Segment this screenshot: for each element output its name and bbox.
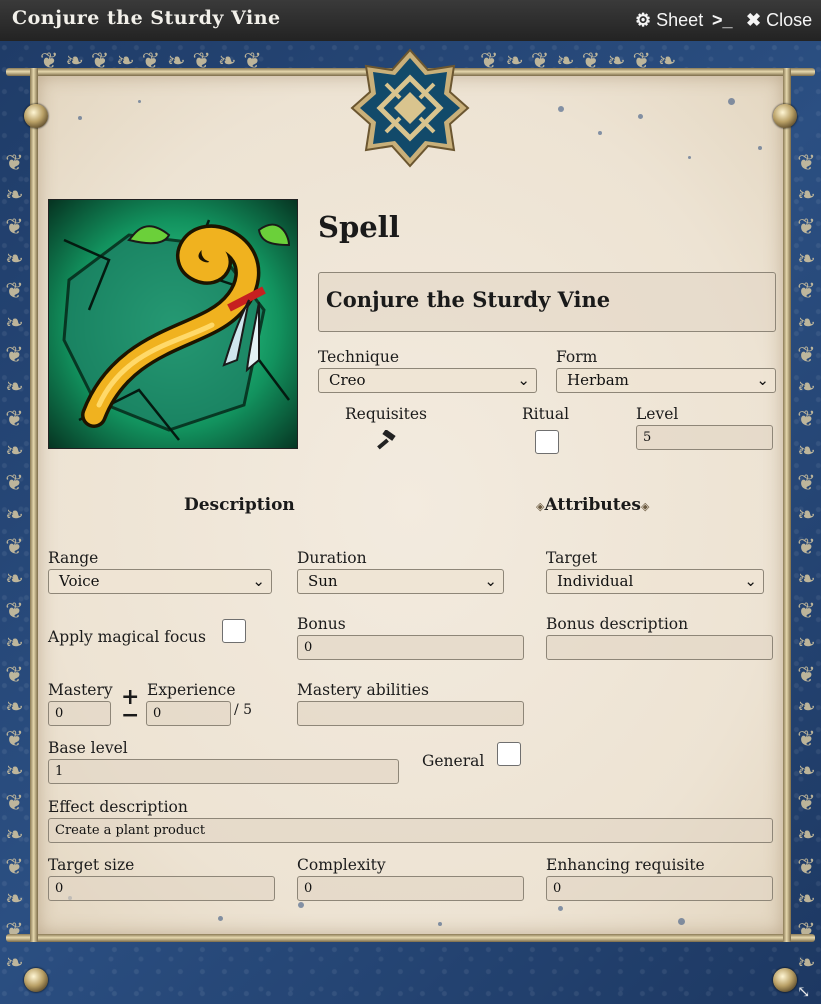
bonus-description-input[interactable] — [546, 635, 773, 660]
technique-select[interactable]: Creo ⌄ — [318, 368, 537, 393]
frame-rail — [783, 68, 791, 942]
target-size-label: Target size — [48, 856, 135, 874]
attributes-heading[interactable]: ◈Attributes◈ — [536, 495, 649, 515]
rivet-ornament — [24, 104, 48, 128]
spell-sheet-window: Conjure the Sturdy Vine ⚙ Sheet >_ ✖ Clo… — [0, 0, 821, 1004]
frame-rail — [6, 934, 815, 942]
decrement-button[interactable]: − — [121, 702, 139, 728]
apply-focus-label: Apply magical focus — [48, 628, 206, 646]
diamond-icon: ◈ — [640, 500, 650, 513]
bonus-input[interactable]: 0 — [297, 635, 524, 660]
sheet-label: Sheet — [656, 10, 704, 30]
bonus-label: Bonus — [297, 615, 346, 633]
range-select[interactable]: Voice ⌄ — [48, 569, 272, 594]
chevron-down-icon: ⌄ — [252, 572, 265, 590]
title-bar[interactable]: Conjure the Sturdy Vine ⚙ Sheet >_ ✖ Clo… — [0, 0, 821, 42]
form-label: Form — [556, 348, 598, 366]
mastery-abilities-input[interactable] — [297, 701, 524, 726]
sheet-button[interactable]: ⚙ Sheet — [635, 10, 703, 31]
mastery-label: Mastery — [48, 681, 113, 699]
range-value: Voice — [59, 572, 100, 590]
window-title: Conjure the Sturdy Vine — [12, 7, 281, 29]
resize-icon[interactable]: ⤡ — [797, 982, 817, 1002]
gear-icon: ⚙ — [635, 10, 652, 30]
rivet-ornament — [773, 104, 797, 128]
spell-portrait-image[interactable] — [48, 199, 298, 449]
close-label: Close — [766, 10, 813, 30]
ritual-checkbox[interactable] — [535, 430, 559, 454]
complexity-label: Complexity — [297, 856, 386, 874]
technique-value: Creo — [329, 371, 366, 389]
page-heading: Spell — [318, 210, 400, 244]
chevron-down-icon: ⌄ — [484, 572, 497, 590]
effect-description-input[interactable]: Create a plant product — [48, 818, 773, 843]
apply-focus-checkbox[interactable] — [222, 619, 246, 643]
technique-label: Technique — [318, 348, 399, 366]
ritual-label: Ritual — [522, 405, 570, 423]
duration-label: Duration — [297, 549, 367, 567]
hammer-icon[interactable] — [375, 429, 399, 456]
form-value: Herbam — [567, 371, 629, 389]
mastery-abilities-label: Mastery abilities — [297, 681, 429, 699]
rivet-ornament — [773, 968, 797, 992]
experience-label: Experience — [147, 681, 236, 699]
close-icon: ✖ — [746, 10, 762, 30]
general-checkbox[interactable] — [497, 742, 521, 766]
frame-rail — [30, 68, 38, 942]
general-label: General — [422, 752, 485, 770]
requisites-label: Requisites — [345, 405, 427, 423]
form-select[interactable]: Herbam ⌄ — [556, 368, 776, 393]
enhancing-requisite-input[interactable]: 0 — [546, 876, 773, 901]
chevron-down-icon: ⌄ — [744, 572, 757, 590]
spell-name-field[interactable]: Conjure the Sturdy Vine — [318, 272, 776, 332]
duration-select[interactable]: Sun ⌄ — [297, 569, 504, 594]
base-level-input[interactable]: 1 — [48, 759, 399, 784]
chevron-down-icon: ⌄ — [756, 371, 769, 389]
vine-ornament: ❦ ❧ ❦ ❧ ❦ ❧ ❦ ❧ ❦ ❧ ❦ ❧ ❦ ❧ ❦ ❧ ❦ ❧ ❦ ❧ … — [2, 151, 27, 976]
chevron-down-icon: ⌄ — [517, 371, 530, 389]
duration-value: Sun — [308, 572, 338, 590]
description-heading[interactable]: Description — [184, 495, 295, 515]
level-label: Level — [636, 405, 679, 423]
bonus-description-label: Bonus description — [546, 615, 689, 633]
mastery-input[interactable]: 0 — [48, 701, 111, 726]
experience-max: / 5 — [234, 702, 253, 718]
close-button[interactable]: ✖ Close — [746, 10, 812, 31]
target-size-input[interactable]: 0 — [48, 876, 275, 901]
target-value: Individual — [557, 572, 634, 590]
vine-ornament: ❦ ❧ ❦ ❧ ❦ ❧ ❦ ❧ ❦ ❧ ❦ ❧ ❦ ❧ ❦ ❧ ❦ ❧ ❦ ❧ … — [794, 151, 819, 976]
target-label: Target — [546, 549, 598, 567]
effect-description-label: Effect description — [48, 798, 188, 816]
complexity-input[interactable]: 0 — [297, 876, 524, 901]
range-label: Range — [48, 549, 99, 567]
target-select[interactable]: Individual ⌄ — [546, 569, 764, 594]
rivet-ornament — [24, 968, 48, 992]
base-level-label: Base level — [48, 739, 128, 757]
terminal-icon[interactable]: >_ — [712, 10, 733, 31]
enhancing-requisite-label: Enhancing requisite — [546, 856, 705, 874]
level-input[interactable]: 5 — [636, 425, 773, 450]
emblem-icon — [350, 48, 470, 168]
experience-input[interactable]: 0 — [146, 701, 231, 726]
